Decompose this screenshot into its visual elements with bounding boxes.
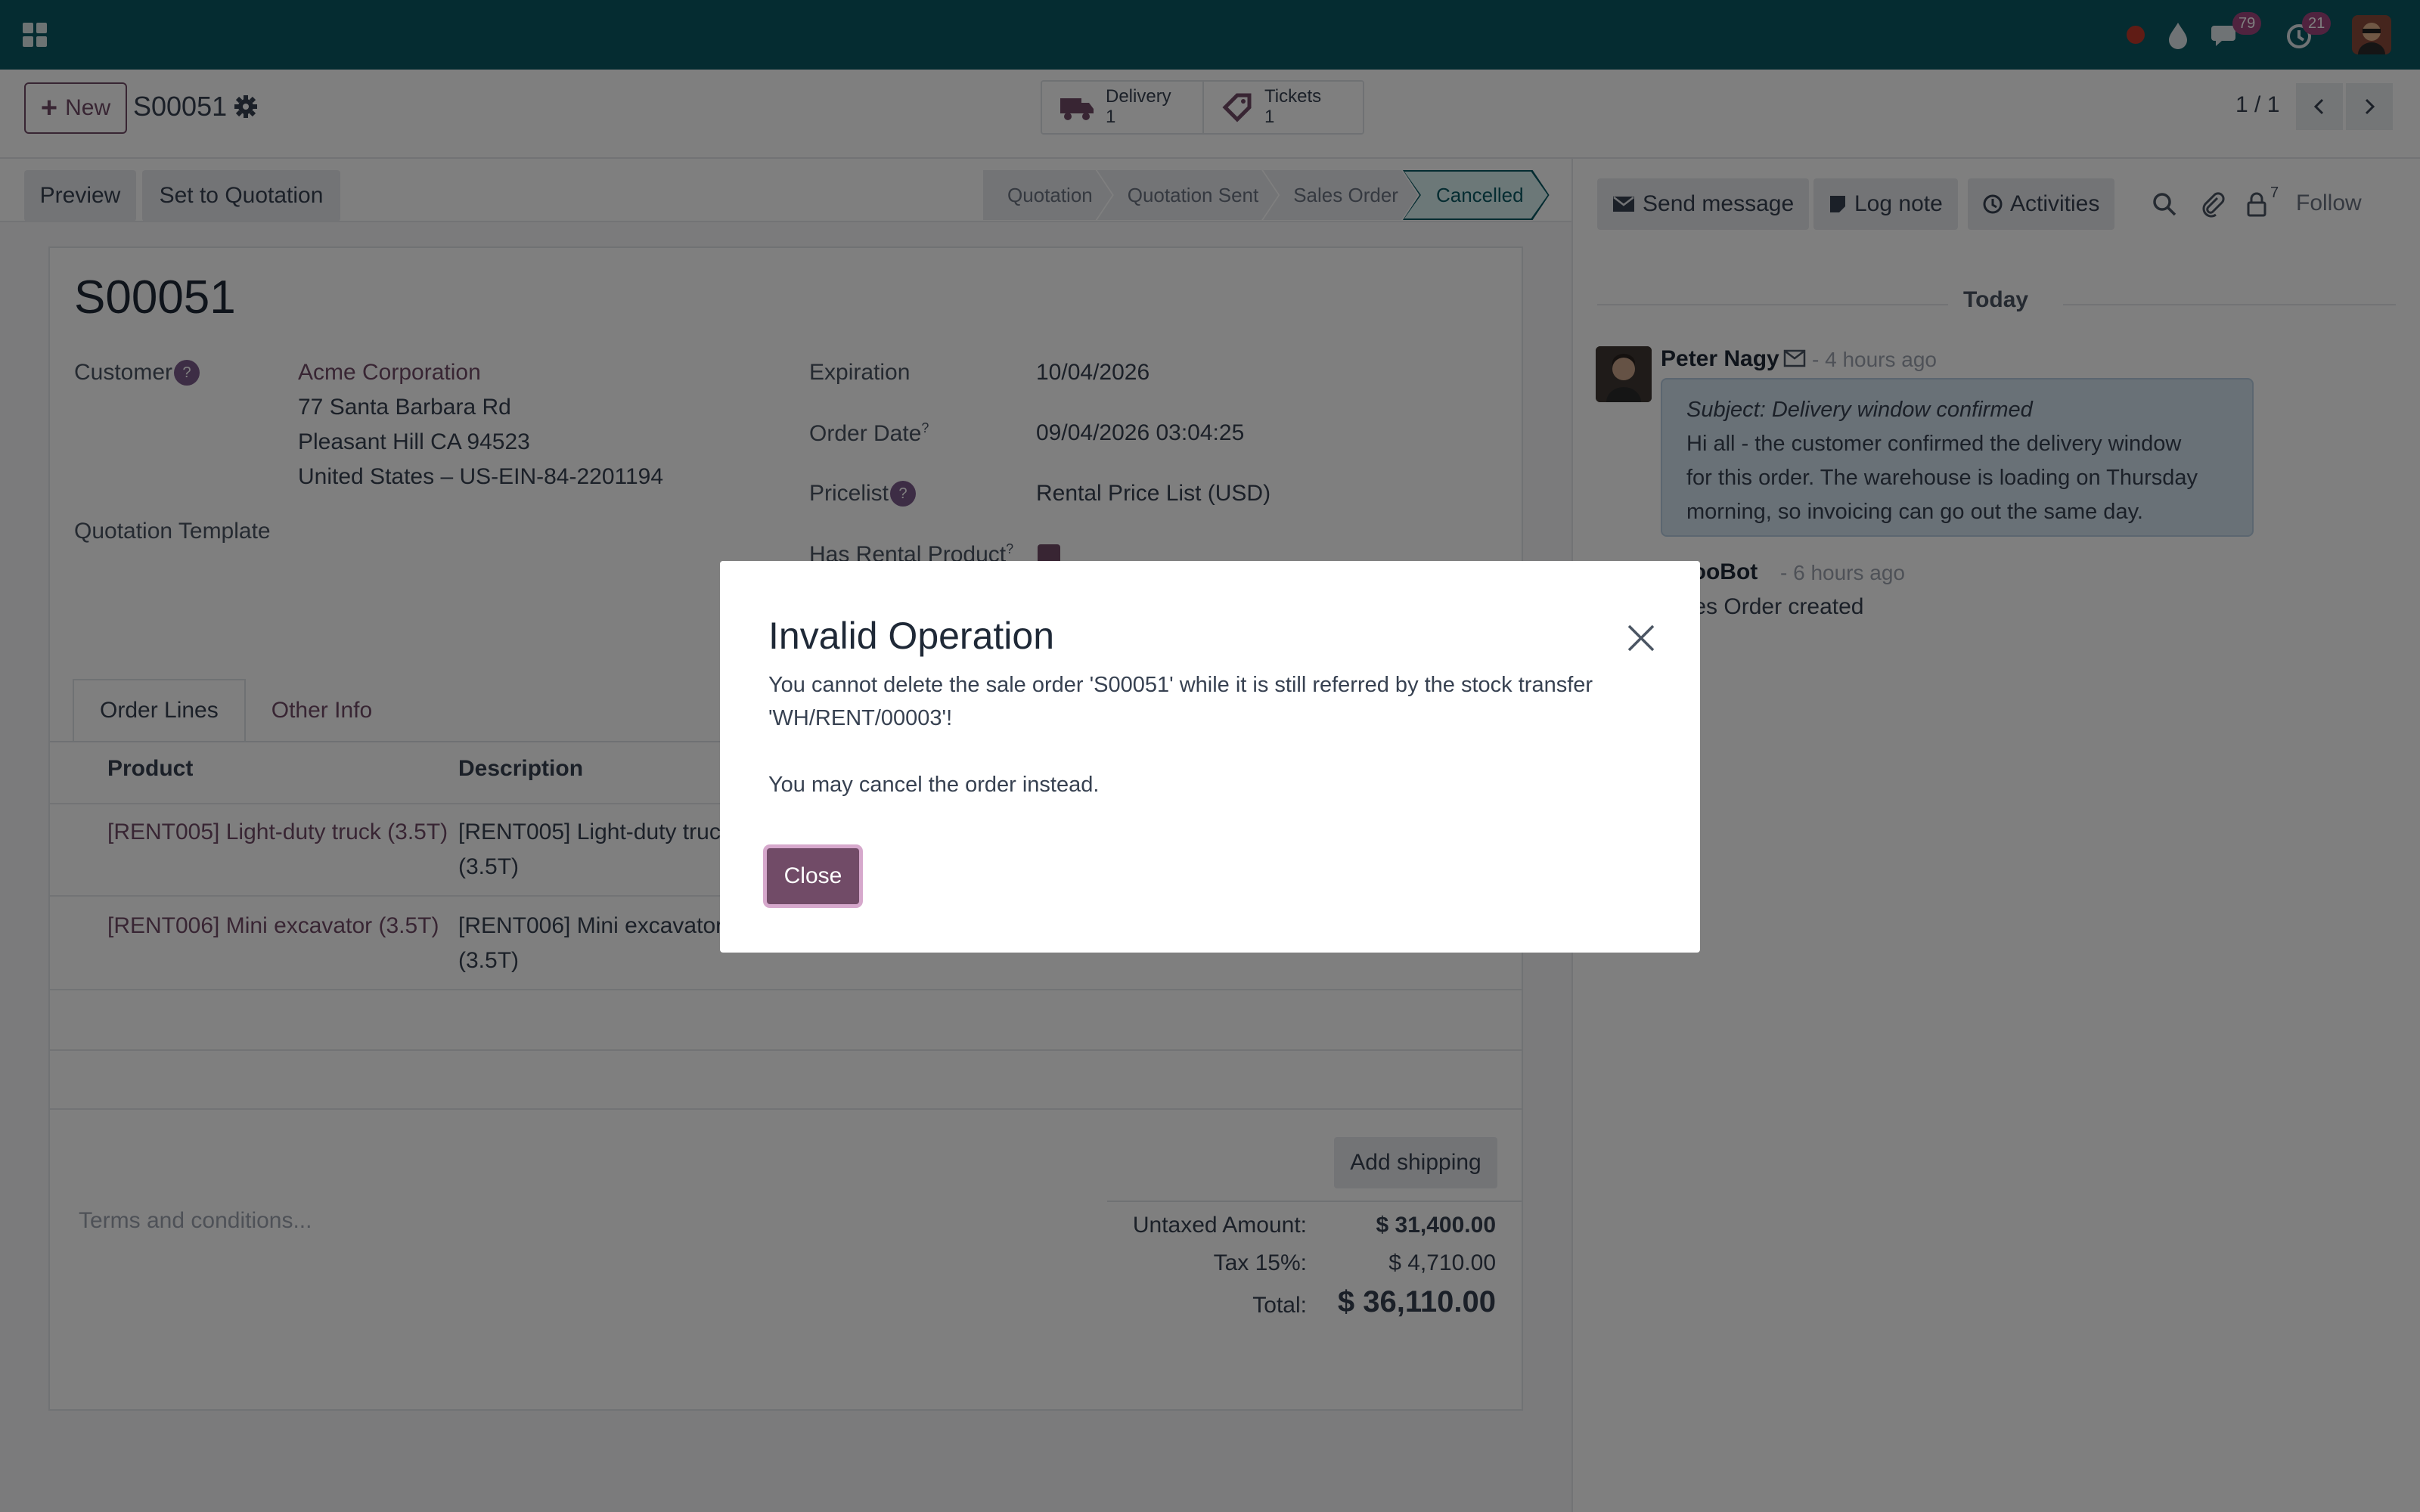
close-icon[interactable]	[1624, 621, 1658, 655]
close-button[interactable]: Close	[767, 848, 859, 904]
dialog-body: You cannot delete the sale order 'S00051…	[768, 668, 1661, 801]
dialog-message-hint: You may cancel the order instead.	[768, 773, 1100, 797]
dialog-title: Invalid Operation	[768, 615, 1055, 657]
dialog-message-line: You cannot delete the sale order 'S00051…	[768, 673, 1593, 697]
error-dialog: Invalid Operation You cannot delete the …	[720, 561, 1700, 953]
dialog-message-line: 'WH/RENT/00003'!	[768, 706, 953, 730]
